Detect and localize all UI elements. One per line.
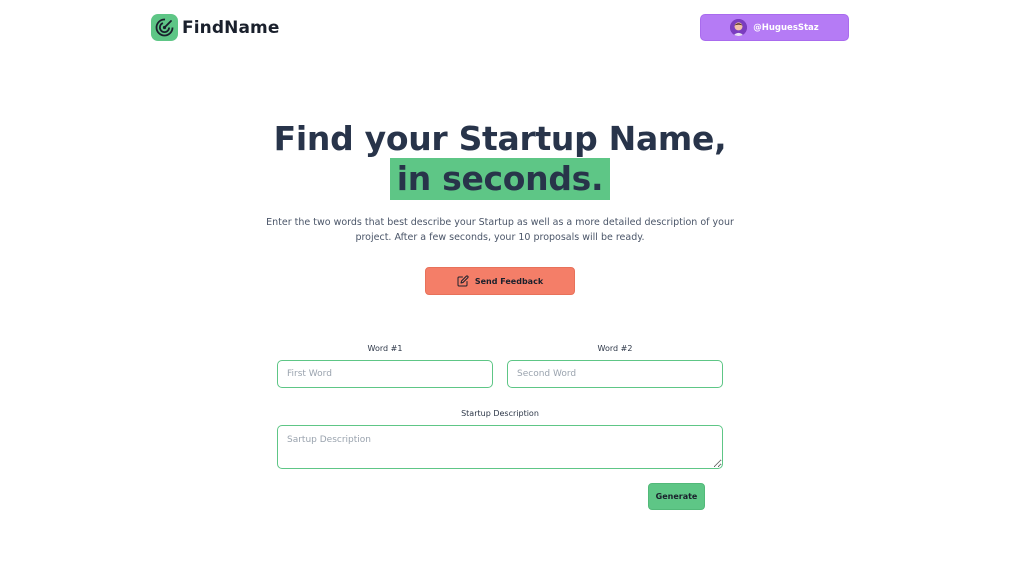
brand[interactable]: FindName — [151, 14, 279, 41]
word2-label: Word #2 — [597, 344, 633, 353]
word1-label: Word #1 — [367, 344, 403, 353]
brand-name: FindName — [182, 17, 280, 38]
radar-target-icon — [151, 14, 178, 41]
user-avatar-icon — [730, 19, 748, 36]
hero-title-line2-wrap: in seconds. — [0, 158, 1000, 200]
hero-title-line1: Find your Startup Name, — [273, 119, 727, 158]
page: FindName @HuguesStaz Find your Startup N… — [0, 0, 1024, 561]
pencil-square-icon — [457, 272, 469, 291]
user-profile-button[interactable]: @HuguesStaz — [700, 14, 849, 41]
send-feedback-label: Send Feedback — [474, 276, 544, 286]
generate-button[interactable]: Generate — [648, 483, 705, 510]
hero-description: Enter the two words that best describe y… — [266, 217, 734, 243]
hero-title-highlight: in seconds. — [389, 158, 611, 200]
send-feedback-button[interactable]: Send Feedback — [425, 267, 575, 295]
user-handle: @HuguesStaz — [753, 22, 819, 33]
startup-description-textarea[interactable] — [277, 425, 723, 469]
second-word-input[interactable] — [507, 360, 723, 388]
startup-description-label: Startup Description — [461, 409, 539, 418]
first-word-input[interactable] — [277, 360, 493, 388]
hero-title: Find your Startup Name, in seconds. — [0, 120, 1000, 200]
